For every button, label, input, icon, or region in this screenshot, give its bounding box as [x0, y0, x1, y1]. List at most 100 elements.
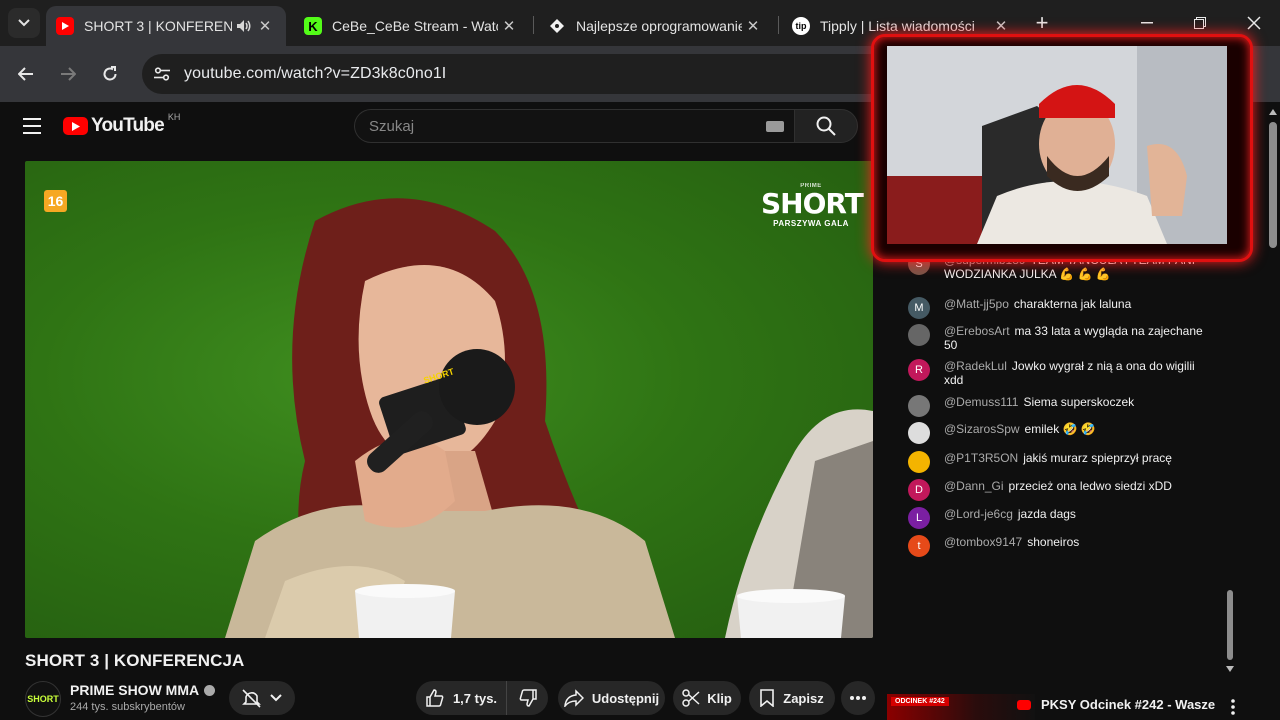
- webcam-feed: [887, 46, 1227, 244]
- like-count: 1,7 tys.: [452, 690, 498, 706]
- notification-bell-button[interactable]: [229, 681, 295, 715]
- close-tab-icon[interactable]: ✕: [254, 15, 276, 37]
- more-vertical-icon[interactable]: [1231, 699, 1235, 715]
- more-actions-button[interactable]: [841, 681, 875, 715]
- channel-name-text: PRIME SHOW MMA: [70, 682, 200, 698]
- reload-icon: [103, 66, 117, 81]
- chat-username[interactable]: @P1T3R5ON: [944, 451, 1018, 465]
- chevron-down-icon: [18, 19, 30, 27]
- verified-icon: [204, 684, 216, 696]
- chat-message: M @Matt-jj5po charakterna jak laluna: [887, 297, 1207, 319]
- save-button[interactable]: Zapisz: [749, 681, 835, 715]
- play-icon: [62, 22, 69, 30]
- chat-username[interactable]: @Dann_Gi: [944, 479, 1004, 493]
- youtube-logo[interactable]: YouTube KH: [63, 112, 181, 137]
- site-info-icon[interactable]: [144, 54, 180, 94]
- chat-avatar[interactable]: [908, 324, 930, 346]
- prime-label: PRIME: [800, 183, 822, 189]
- minimize-icon: [1141, 22, 1153, 24]
- share-button[interactable]: Udostępnij: [558, 681, 665, 715]
- chat-text: emilek 🤣 🤣: [1024, 422, 1096, 436]
- menu-icon[interactable]: [23, 118, 41, 134]
- youtube-badge-icon: [1017, 700, 1031, 710]
- subscriber-count: 244 tys. subskrybentów: [70, 701, 185, 713]
- chat-text: jazda dags: [1017, 507, 1076, 521]
- chat-message: @SizarosSpw emilek 🤣 🤣: [887, 422, 1207, 444]
- chat-message-body: @Lord-je6cg jazda dags: [944, 507, 1076, 529]
- chat-message: @Demuss111 Siema superskoczek: [887, 395, 1207, 417]
- save-label: Zapisz: [783, 690, 824, 706]
- youtube-favicon: [56, 17, 74, 35]
- search-input[interactable]: Szukaj: [354, 109, 794, 143]
- tab-title: Najlepsze oprogramowanie d: [576, 18, 742, 34]
- thumbs-up-icon: [426, 689, 444, 707]
- video-player[interactable]: 16 PRIME SHORT PARSZYWA GALA SHORT: [25, 161, 873, 638]
- tab-search-button[interactable]: [8, 8, 40, 38]
- reload-button[interactable]: [94, 58, 126, 90]
- page-scrollbar[interactable]: [1268, 104, 1278, 720]
- chat-scrollbar[interactable]: [1225, 590, 1235, 673]
- chat-avatar[interactable]: M: [908, 297, 930, 319]
- tab-kick[interactable]: K CeBe_CeBe Stream - Watch L ✕: [294, 6, 530, 46]
- arrow-right-icon: [61, 67, 76, 81]
- speaker-icon[interactable]: [232, 15, 254, 37]
- chat-message: D @Dann_Gi przecież ona ledwo siedzi xDD: [887, 479, 1207, 501]
- chat-username[interactable]: @SizarosSpw: [944, 422, 1020, 436]
- chat-avatar[interactable]: L: [908, 507, 930, 529]
- clip-button[interactable]: Klip: [673, 681, 741, 715]
- page-scroll-thumb[interactable]: [1269, 122, 1277, 248]
- channel-avatar[interactable]: SHORT: [25, 681, 61, 717]
- close-tab-icon[interactable]: ✕: [742, 15, 764, 37]
- chat-text: jakiś murarz spieprzył pracę: [1023, 451, 1172, 465]
- chat-message-body: @Demuss111 Siema superskoczek: [944, 395, 1134, 417]
- chat-username[interactable]: @Demuss111: [944, 395, 1018, 409]
- chat-username[interactable]: @RadekLul: [944, 359, 1007, 373]
- next-video-thumbnail: ODCINEK #242: [887, 694, 1035, 720]
- channel-name[interactable]: PRIME SHOW MMA: [70, 682, 216, 698]
- tab-title: CeBe_CeBe Stream - Watch L: [332, 18, 498, 34]
- chat-scroll-thumb[interactable]: [1227, 590, 1233, 660]
- dislike-button[interactable]: [506, 681, 548, 715]
- chat-text: charakterna jak laluna: [1013, 297, 1132, 311]
- chat-message-body: @P1T3R5ON jakiś murarz spieprzył pracę: [944, 451, 1172, 473]
- short-logo-text: SHORT: [761, 187, 864, 220]
- chat-username[interactable]: @ErebosArt: [944, 324, 1010, 338]
- share-icon: [564, 689, 584, 707]
- search-placeholder: Szukaj: [369, 117, 415, 135]
- chat-username[interactable]: @tombox9147: [944, 535, 1022, 549]
- kick-favicon: K: [304, 17, 322, 35]
- back-button[interactable]: [10, 58, 42, 90]
- video-frame-image: [225, 198, 873, 638]
- chat-avatar[interactable]: t: [908, 535, 930, 557]
- age-rating-badge: 16: [44, 190, 67, 212]
- forward-button[interactable]: [52, 58, 84, 90]
- search-icon: [816, 116, 836, 136]
- next-video-title: PKSY Odcinek #242 - Wasze: [1041, 697, 1216, 712]
- keyboard-icon[interactable]: [766, 120, 784, 132]
- chat-avatar[interactable]: D: [908, 479, 930, 501]
- close-tab-icon[interactable]: ✕: [498, 15, 520, 37]
- scroll-up-icon[interactable]: [1268, 108, 1278, 116]
- chat-avatar[interactable]: [908, 395, 930, 417]
- chat-avatar[interactable]: [908, 451, 930, 473]
- chat-username[interactable]: @Matt-jj5po: [944, 297, 1009, 311]
- tab-separator: [778, 16, 779, 34]
- like-button[interactable]: 1,7 tys.: [416, 681, 506, 715]
- chat-username[interactable]: @Lord-je6cg: [944, 507, 1013, 521]
- address-bar[interactable]: youtube.com/watch?v=ZD3k8c0no1I: [142, 54, 902, 94]
- chat-message-body: @ErebosArt ma 33 lata a wygląda na zajech…: [944, 324, 1207, 352]
- next-video-tag: ODCINEK #242: [891, 697, 949, 706]
- chat-avatar[interactable]: R: [908, 359, 930, 381]
- chat-text: shoneiros: [1027, 535, 1080, 549]
- tab-software[interactable]: Najlepsze oprogramowanie d ✕: [538, 6, 774, 46]
- tipply-favicon: tip: [792, 17, 810, 35]
- country-code: KH: [167, 112, 181, 122]
- more-horizontal-icon: [850, 696, 866, 700]
- next-video-item[interactable]: ODCINEK #242 PKSY Odcinek #242 - Wasze: [887, 694, 1280, 720]
- chat-avatar[interactable]: [908, 422, 930, 444]
- bell-off-icon: [242, 689, 261, 708]
- search-button[interactable]: [794, 109, 858, 143]
- tab-youtube[interactable]: SHORT 3 | KONFERENCJA ✕: [46, 6, 286, 46]
- scroll-down-icon[interactable]: [1225, 665, 1235, 673]
- youtube-wordmark: YouTube: [91, 115, 165, 136]
